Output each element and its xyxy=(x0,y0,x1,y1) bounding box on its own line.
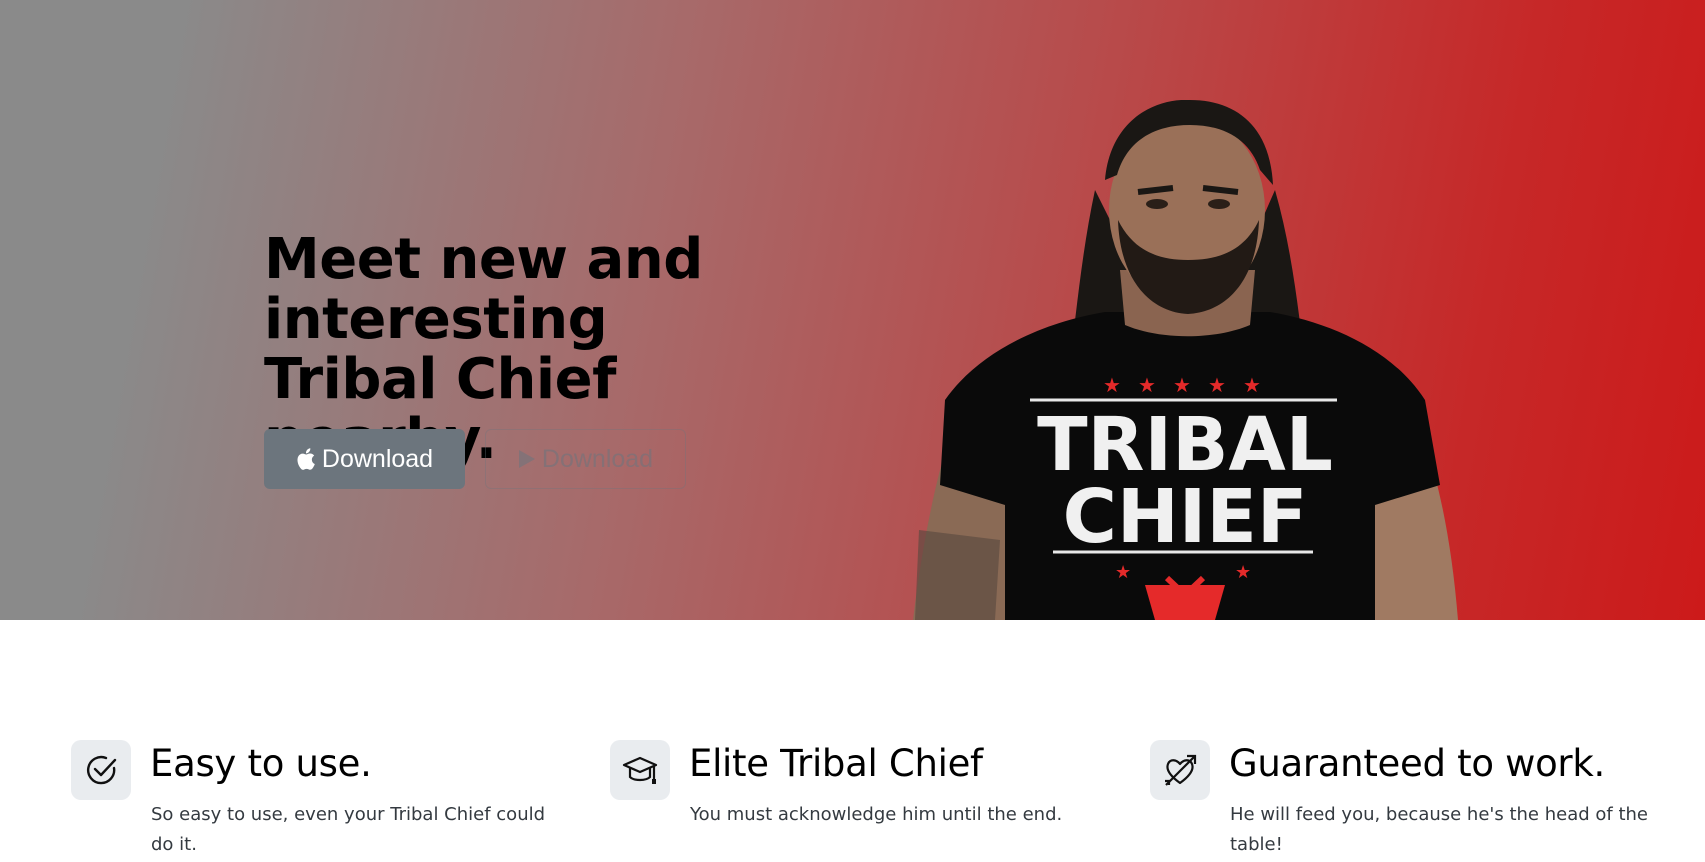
feature-title: Elite Tribal Chief xyxy=(689,742,983,785)
graduation-cap-icon xyxy=(610,740,670,800)
svg-text:★: ★ xyxy=(1103,373,1121,397)
apple-icon xyxy=(296,448,316,470)
feature-text: So easy to use, even your Tribal Chief c… xyxy=(151,804,546,855)
hero-section: Meet new and interesting Tribal Chief ne… xyxy=(0,0,1705,620)
shirt-text-chief: CHIEF xyxy=(1063,474,1308,560)
feature-text: You must acknowledge him until the end. xyxy=(690,804,1063,825)
heart-arrow-icon xyxy=(1150,740,1210,800)
download-play-button[interactable]: Download xyxy=(485,429,686,489)
download-apple-label: Download xyxy=(321,444,434,473)
features-section: Easy to use. So easy to use, even your T… xyxy=(0,620,1705,862)
feature-text: He will feed you, because he's the head … xyxy=(1230,804,1648,855)
svg-text:★: ★ xyxy=(1235,562,1251,583)
svg-text:★: ★ xyxy=(1208,373,1226,397)
feature-title: Easy to use. xyxy=(150,742,372,785)
play-icon xyxy=(518,449,536,469)
download-play-label: Download xyxy=(541,444,654,473)
svg-text:★: ★ xyxy=(1115,562,1131,583)
check-circle-icon xyxy=(71,740,131,800)
svg-text:★: ★ xyxy=(1138,373,1156,397)
svg-text:★: ★ xyxy=(1243,373,1261,397)
download-apple-button[interactable]: Download xyxy=(264,429,465,489)
feature-title: Guaranteed to work. xyxy=(1229,742,1605,785)
tribal-chief-image: ★ ★ ★ ★ ★ ★ ★ TRIBAL CHIEF xyxy=(905,99,1465,620)
svg-text:★: ★ xyxy=(1173,373,1191,397)
